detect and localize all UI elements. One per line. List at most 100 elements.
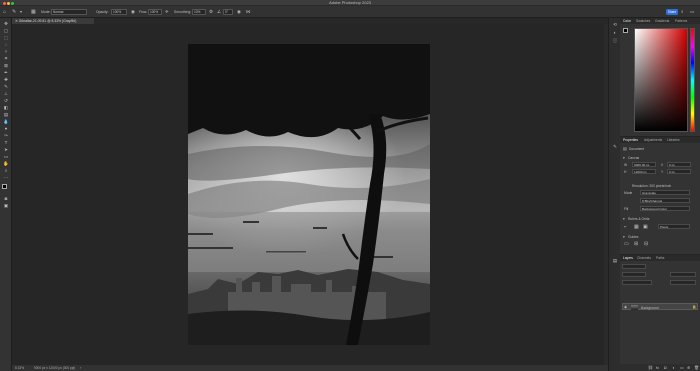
tab-color[interactable]: Color bbox=[623, 18, 631, 24]
dodge-tool-icon[interactable]: ● bbox=[3, 126, 9, 131]
hand-tool-icon[interactable]: ✋ bbox=[3, 161, 9, 166]
guides-collapse-icon[interactable]: ▾ bbox=[623, 235, 625, 239]
tab-properties[interactable]: Properties bbox=[623, 137, 638, 143]
guide-visibility-icon[interactable]: ▭ bbox=[624, 241, 629, 247]
quick-mask-icon[interactable]: ◙ bbox=[3, 196, 9, 201]
layer-comps-icon[interactable]: ▤ bbox=[612, 258, 618, 263]
canvas-width-field[interactable]: 9000.00 px bbox=[632, 162, 656, 167]
mode-select[interactable]: Grayscale bbox=[640, 190, 690, 195]
type-tool-icon[interactable]: T bbox=[3, 140, 9, 145]
tab-adjustments[interactable]: Adjustments bbox=[644, 137, 662, 143]
search-icon[interactable]: ⌕ bbox=[681, 8, 684, 16]
new-group-icon[interactable]: ▭ bbox=[680, 365, 684, 370]
canvas-y-field[interactable]: 0 px bbox=[667, 169, 691, 174]
brush-preset-dropdown[interactable]: ▾ bbox=[20, 8, 22, 16]
screen-mode-icon[interactable]: ▣ bbox=[3, 203, 9, 208]
symmetry-icon[interactable]: ⋈ bbox=[246, 8, 251, 16]
flow-field[interactable]: 100% bbox=[148, 9, 162, 15]
guide-lock-icon[interactable]: ⊟ bbox=[644, 241, 648, 247]
canvas-height-field[interactable]: 12000 px bbox=[632, 169, 656, 174]
right-panels: Color Swatches Gradients Patterns Proper… bbox=[620, 18, 700, 371]
layer-row[interactable]: ◉ Background 🔒 bbox=[622, 303, 698, 310]
add-mask-icon[interactable]: ◘ bbox=[664, 365, 666, 370]
add-style-icon[interactable]: fx bbox=[656, 365, 659, 370]
tab-libraries[interactable]: Libraries bbox=[667, 137, 680, 143]
eyedropper-tool-icon[interactable]: ✒ bbox=[3, 70, 9, 75]
panel-foreground-swatch[interactable] bbox=[623, 28, 628, 33]
layers-panel-tabs: Layers Channels Paths bbox=[620, 255, 700, 261]
opacity-field[interactable]: 100% bbox=[111, 9, 127, 15]
opacity-field[interactable] bbox=[670, 272, 696, 277]
pressure-size-icon[interactable]: ◉ bbox=[237, 8, 241, 16]
delete-layer-icon[interactable]: 🗑 bbox=[694, 365, 699, 370]
brush-tool-icon[interactable]: ✎ bbox=[12, 8, 16, 16]
rulers-collapse-icon[interactable]: ▾ bbox=[623, 217, 625, 221]
tab-paths[interactable]: Paths bbox=[656, 255, 664, 261]
layer-filter-select[interactable] bbox=[622, 264, 646, 269]
smoothing-field[interactable]: 10% bbox=[192, 9, 206, 15]
foreground-color-swatch[interactable] bbox=[2, 184, 7, 189]
ruler-units-select[interactable]: Pixels bbox=[658, 224, 690, 229]
gradient-tool-icon[interactable]: ▤ bbox=[3, 112, 9, 117]
healing-brush-tool-icon[interactable]: ✚ bbox=[3, 77, 9, 82]
lock-icon[interactable]: 🔒 bbox=[692, 305, 696, 309]
tab-swatches[interactable]: Swatches bbox=[636, 18, 650, 24]
smoothing-settings-gear-icon[interactable]: ⚙ bbox=[209, 8, 213, 16]
snap-icon[interactable]: ▣ bbox=[643, 224, 648, 230]
status-chevron-icon[interactable]: › bbox=[80, 365, 81, 371]
lock-options[interactable] bbox=[622, 280, 652, 285]
ruler-icon[interactable]: ⌐ bbox=[624, 224, 627, 230]
lasso-tool-icon[interactable]: ◌ bbox=[3, 42, 9, 47]
history-icon[interactable]: ⟲ bbox=[612, 22, 618, 27]
canvas-collapse-icon[interactable]: ▾ bbox=[623, 156, 625, 160]
canvas-area[interactable] bbox=[12, 24, 608, 365]
angle-field[interactable]: 0° bbox=[223, 9, 233, 15]
visibility-eye-icon[interactable]: ◉ bbox=[624, 305, 627, 309]
blend-mode-select[interactable] bbox=[622, 272, 646, 277]
blur-tool-icon[interactable]: 💧 bbox=[3, 119, 9, 124]
home-icon[interactable]: ⌂ bbox=[3, 8, 6, 16]
grid-icon[interactable]: ▦ bbox=[634, 224, 639, 230]
mode-select[interactable]: Normal bbox=[51, 9, 87, 15]
artboard-tool-icon[interactable]: ▢ bbox=[3, 28, 9, 33]
document-tab-label: Gibraltar-21.09.81 @ 8.33% (Gray/8#) bbox=[18, 19, 77, 23]
brushes-icon[interactable]: ✎ bbox=[612, 144, 618, 149]
pen-tool-icon[interactable]: ✑ bbox=[3, 133, 9, 138]
crop-tool-icon[interactable]: ⌗ bbox=[3, 56, 9, 61]
tab-channels[interactable]: Channels bbox=[637, 255, 651, 261]
zoom-level[interactable]: 8.33% bbox=[15, 365, 24, 371]
hue-slider[interactable] bbox=[690, 28, 695, 132]
link-layers-icon[interactable]: ⛓ bbox=[648, 365, 653, 370]
brush-tool-icon[interactable]: ✎ bbox=[3, 84, 9, 89]
clone-stamp-tool-icon[interactable]: ⊥ bbox=[3, 91, 9, 96]
new-layer-icon[interactable]: ⊕ bbox=[687, 365, 690, 370]
magic-wand-tool-icon[interactable]: ✧ bbox=[3, 49, 9, 54]
color-picker-field[interactable] bbox=[634, 28, 688, 132]
eraser-tool-icon[interactable]: ◧ bbox=[3, 105, 9, 110]
zoom-tool-icon[interactable]: ⌕ bbox=[3, 168, 9, 173]
history-brush-tool-icon[interactable]: ↺ bbox=[3, 98, 9, 103]
marquee-tool-icon[interactable]: ⬚ bbox=[3, 35, 9, 40]
tab-patterns[interactable]: Patterns bbox=[675, 18, 687, 24]
pressure-opacity-icon[interactable]: ◉ bbox=[131, 8, 135, 16]
document-image[interactable] bbox=[188, 44, 430, 345]
more-tools-icon[interactable]: ⋯ bbox=[3, 175, 9, 180]
guide-layout-icon[interactable]: ⊞ bbox=[634, 241, 638, 247]
info-icon[interactable]: ⓘ bbox=[612, 38, 618, 43]
canvas-x-field[interactable]: 0 px bbox=[667, 162, 691, 167]
tab-gradients[interactable]: Gradients bbox=[655, 18, 669, 24]
path-selection-tool-icon[interactable]: ➤ bbox=[3, 147, 9, 152]
shape-tool-icon[interactable]: ▭ bbox=[3, 154, 9, 159]
workspace-icon[interactable]: ▭ bbox=[690, 8, 694, 16]
fill-select[interactable]: Background Color bbox=[640, 206, 690, 211]
tab-layers[interactable]: Layers bbox=[623, 255, 633, 261]
adjustment-layer-icon[interactable]: ◑ bbox=[672, 365, 674, 370]
frame-tool-icon[interactable]: ⊠ bbox=[3, 63, 9, 68]
brush-settings-icon[interactable]: ▦ bbox=[31, 8, 36, 16]
learn-icon[interactable]: ◐ bbox=[612, 30, 618, 35]
fill-field[interactable] bbox=[670, 280, 696, 285]
move-tool-icon[interactable]: ✥ bbox=[3, 21, 9, 26]
bit-depth-select[interactable]: 8 Bits/Channel bbox=[640, 198, 690, 203]
share-button[interactable]: Share bbox=[666, 9, 678, 15]
airbrush-icon[interactable]: ✈ bbox=[165, 8, 169, 16]
